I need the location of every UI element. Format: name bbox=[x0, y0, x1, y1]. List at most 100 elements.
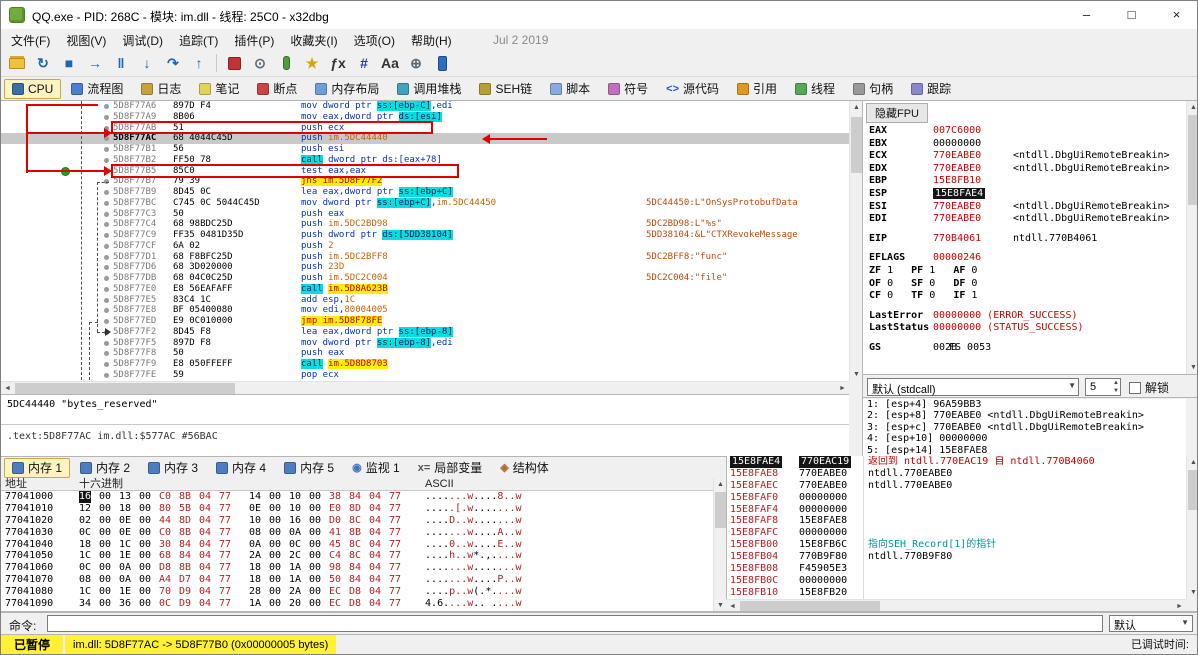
tab-references[interactable]: 引用 bbox=[729, 79, 785, 99]
disasm-row[interactable]: 5D8F77E5 83C4 1C add esp,1C bbox=[1, 295, 849, 306]
calling-convention-select[interactable]: 默认 (stdcall) ▼ bbox=[867, 378, 1079, 396]
tab-call-stack[interactable]: 调用堆栈 bbox=[389, 79, 469, 99]
argument-row[interactable]: 4: [esp+10] 00000000 bbox=[863, 433, 1186, 444]
disasm-row[interactable]: 5D8F77D6 68 3D020000 push 23D bbox=[1, 262, 849, 273]
disasm-row[interactable]: 5D8F77FE 59 pop ecx bbox=[1, 370, 849, 381]
register-row[interactable]: ESP 15E8FAE4 bbox=[863, 187, 1186, 201]
register-row[interactable]: EDI 770EABE0 <ntdll.DbgUiRemoteBreakin> bbox=[863, 213, 1186, 226]
menu-item[interactable]: 追踪(T) bbox=[171, 29, 226, 50]
stack-row[interactable]: 15E8FB04 770B9F80 ntdll.770B9F80 bbox=[727, 551, 1186, 563]
run-icon[interactable]: → bbox=[83, 52, 107, 75]
argument-count-stepper[interactable]: 5 ▲ ▼ bbox=[1085, 378, 1121, 396]
register-row[interactable]: ZF 1 PF 1 AF 0 bbox=[863, 265, 1186, 278]
tab-memory[interactable]: 内存 4 bbox=[208, 458, 274, 478]
stack-row[interactable]: 15E8FB10 15E8FB20 bbox=[727, 587, 1186, 599]
disasm-row[interactable]: 5D8F77A6 897D F4 mov dword ptr ss:[ebp-C],… bbox=[1, 101, 849, 112]
memory-row[interactable]: 77041070 08 00 0A 00 A4 D7 04 77 18 00 1A 00 50 84 04 77… bbox=[1, 574, 713, 586]
memory-row[interactable]: 77041000 16 00 13 00 C0 8B 04 77 14 00 10 00 38 84 04 77… bbox=[1, 491, 713, 503]
memory-vscrollbar[interactable]: ▲ ▼ bbox=[713, 478, 726, 612]
cactus-icon[interactable] bbox=[274, 52, 298, 75]
disasm-row[interactable]: 5D8F77C9 FF35 0481D35D push dword ptr ds:[… bbox=[1, 230, 849, 241]
memory-row[interactable]: 77041040 18 00 1C 00 30 84 04 77 0A 00 0C 00 45 8C 04 77… bbox=[1, 539, 713, 551]
disasm-row[interactable]: 5D8F77B7 79 39 jns im.5D8F77F2 bbox=[1, 176, 849, 187]
scroll-thumb[interactable] bbox=[715, 492, 726, 528]
register-row[interactable]: EFLAGS 00000246 bbox=[863, 252, 1186, 265]
command-input[interactable] bbox=[47, 615, 1103, 632]
memory-row[interactable]: 77041090 34 00 36 00 0C D9 04 77 1A 00 20 00 EC D8 04 77… bbox=[1, 598, 713, 610]
step-into-icon[interactable]: ↓ bbox=[135, 52, 159, 75]
stack-row[interactable]: 15E8FAEC 770EABE0 ntdll.770EABE0 bbox=[727, 480, 1186, 492]
memory-row[interactable]: 77041050 1C 00 1E 00 68 84 04 77 2A 00 2C 00 C4 8C 04 77… bbox=[1, 550, 713, 562]
register-row[interactable]: ESI 770EABE0 <ntdll.DbgUiRemoteBreakin> bbox=[863, 201, 1186, 214]
memory-row[interactable]: 77041010 12 00 18 00 80 5B 04 77 0E 00 10 00 E0 8D 04 77… bbox=[1, 503, 713, 515]
tab-source[interactable]: <> 源代码 bbox=[658, 79, 727, 99]
scroll-thumb[interactable] bbox=[851, 117, 862, 173]
scylla-icon[interactable] bbox=[222, 52, 246, 75]
disasm-row[interactable]: 5D8F77AB 51 push ecx bbox=[1, 123, 849, 134]
scroll-up-icon[interactable]: ▲ bbox=[1187, 101, 1197, 114]
scroll-thumb[interactable] bbox=[1188, 115, 1197, 205]
stack-vscrollbar[interactable]: ▲ ▼ bbox=[1186, 456, 1197, 599]
pause-icon[interactable]: ‖ bbox=[109, 52, 133, 75]
tab-log[interactable]: 日志 bbox=[133, 79, 189, 99]
register-row[interactable] bbox=[863, 303, 1186, 310]
scroll-down-icon[interactable]: ▼ bbox=[1187, 586, 1197, 599]
gear-icon[interactable]: ⊕ bbox=[404, 52, 428, 75]
disasm-row[interactable]: 5D8F77BC C745 0C 5044C45D mov dword ptr ss… bbox=[1, 197, 849, 209]
minimize-button[interactable]: – bbox=[1064, 1, 1109, 29]
scroll-thumb[interactable] bbox=[15, 383, 235, 394]
argument-row[interactable]: 1: [esp+4] 96A59BB3 bbox=[863, 399, 1186, 410]
register-row[interactable]: GS 002B FS 0053 bbox=[863, 342, 1186, 355]
stop-icon[interactable]: ■ bbox=[57, 52, 81, 75]
step-out-icon[interactable]: ↑ bbox=[187, 52, 211, 75]
stack-row[interactable]: 15E8FAFC 00000000 bbox=[727, 527, 1186, 539]
menu-item[interactable]: 调试(D) bbox=[114, 29, 171, 50]
tab-struct[interactable]: ◈ 结构体 bbox=[492, 458, 556, 478]
tab-seh-chain[interactable]: SEH链 bbox=[471, 79, 540, 99]
registers-pane[interactable]: 隐藏FPU EAX 007C6000 EBX 00000000 ECX 770EABE0 <… bbox=[863, 101, 1186, 374]
settings-icon[interactable]: ⊙ bbox=[248, 52, 272, 75]
register-row[interactable]: EDX 770EABE0 <ntdll.DbgUiRemoteBreakin> bbox=[863, 163, 1186, 176]
register-row[interactable]: EIP 770B4061 ntdll.770B4061 bbox=[863, 233, 1186, 246]
disasm-row[interactable]: 5D8F77A9 8B06 mov eax,dword ptr ds:[esi] bbox=[1, 111, 849, 123]
command-dropdown[interactable]: 默认 ▼ bbox=[1109, 615, 1193, 632]
register-row[interactable]: LastStatus 00000000 (STATUS_SUCCESS) bbox=[863, 322, 1186, 335]
tab-threads[interactable]: 线程 bbox=[787, 79, 843, 99]
disasm-row[interactable]: 5D8F77DB 68 04C0C25D push im.5DC2C004 5DC2C… bbox=[1, 273, 849, 284]
hash-icon[interactable]: # bbox=[352, 52, 376, 75]
tab-watch[interactable]: ◉ 监视 1 bbox=[344, 458, 408, 478]
font-icon[interactable]: Aa bbox=[378, 52, 402, 75]
disassembly-hscrollbar[interactable]: ◄ ► bbox=[1, 381, 849, 394]
tab-trace[interactable]: 跟踪 bbox=[903, 79, 959, 99]
maximize-button[interactable]: □ bbox=[1109, 1, 1154, 29]
disasm-row[interactable]: 5D8F77F2 8D45 F8 lea eax,dword ptr ss:[ebp… bbox=[1, 326, 849, 338]
argument-row[interactable]: 5: [esp+14] 15E8FAE8 bbox=[863, 445, 1186, 456]
menu-item[interactable]: 选项(O) bbox=[346, 29, 403, 50]
disasm-row[interactable]: 5D8F77E8 BF 05400080 mov edi,80004005 bbox=[1, 305, 849, 316]
scroll-down-icon[interactable]: ▼ bbox=[1187, 361, 1197, 374]
stack-row[interactable]: 15E8FAF4 00000000 bbox=[727, 504, 1186, 516]
disassembly-pane[interactable]: 5D8F77A6 897D F4 mov dword ptr ss:[ebp-C],… bbox=[1, 101, 849, 381]
disasm-row[interactable]: 5D8F77E0 E8 56EAFAFF call im.5D8A623B bbox=[1, 283, 849, 295]
stack-row[interactable]: 15E8FAE8 770EABE0 ntdll.770EABE0 bbox=[727, 468, 1186, 480]
close-button[interactable]: × bbox=[1154, 1, 1197, 29]
tab-memory[interactable]: 内存 1 bbox=[4, 457, 71, 478]
stack-row[interactable]: 15E8FAF0 00000000 bbox=[727, 492, 1186, 504]
scroll-thumb[interactable] bbox=[1188, 470, 1197, 510]
mobile-icon[interactable] bbox=[430, 52, 454, 75]
fx-icon[interactable]: ƒx bbox=[326, 52, 350, 75]
register-row[interactable]: CF 0 TF 0 IF 1 bbox=[863, 290, 1186, 303]
register-row[interactable] bbox=[863, 335, 1186, 342]
register-row[interactable]: ECX 770EABE0 <ntdll.DbgUiRemoteBreakin> bbox=[863, 150, 1186, 163]
menu-item[interactable]: 视图(V) bbox=[58, 29, 114, 50]
registers-vscrollbar[interactable]: ▲ ▼ bbox=[1186, 101, 1197, 374]
disasm-row[interactable]: 5D8F77B9 8D45 0C lea eax,dword ptr ss:[ebp… bbox=[1, 187, 849, 198]
disasm-row[interactable]: 5D8F77ED E9 0C010000 jmp im.5D8F78FE bbox=[1, 316, 849, 327]
tab-notes[interactable]: 笔记 bbox=[191, 79, 247, 99]
stack-pane[interactable]: 15E8FAE4 770EAC19 返回到 ntdll.770EAC19 自 ntd… bbox=[726, 456, 1186, 599]
tab-locals[interactable]: x= 局部变量 bbox=[410, 458, 491, 478]
memory-dump-pane[interactable]: 77041000 16 00 13 00 C0 8B 04 77 14 00 10 00 38 84 04 77… bbox=[1, 491, 713, 612]
hide-fpu-button[interactable]: 隐藏FPU bbox=[866, 103, 928, 123]
disasm-row[interactable]: 5D8F77B2 FF50 78 call dword ptr ds:[eax+78… bbox=[1, 154, 849, 166]
disasm-row[interactable]: 5D8F77D1 68 F8BFC25D push im.5DC2BFF8 5DC2B… bbox=[1, 252, 849, 263]
